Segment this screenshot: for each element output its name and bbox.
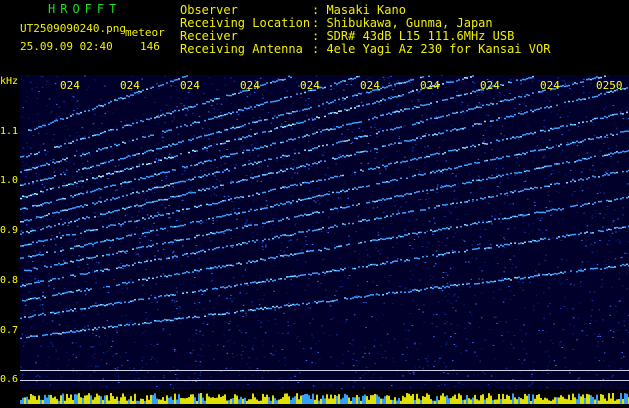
datetime-label: 25.09.09 02:40 — [20, 40, 113, 53]
count-label: 146 — [140, 40, 160, 53]
x-tick-1: 024 — [120, 80, 140, 92]
signal-strength-bar — [20, 389, 629, 400]
app-title: HROFFT — [48, 3, 121, 16]
y-tick-1.1: 1.1 — [0, 126, 20, 137]
x-tick-0: 024 — [60, 80, 80, 92]
signal-strength-canvas — [20, 393, 629, 404]
y-tick-0.6: 0.6 — [0, 374, 20, 385]
antenna-label: Receiving Antenna — [180, 43, 303, 56]
x-tick-9: 0250 — [596, 80, 623, 92]
reference-line-upper — [20, 370, 629, 371]
x-tick-2: 024 — [180, 80, 200, 92]
y-axis-unit: kHz — [0, 76, 20, 87]
spectrogram-canvas — [20, 75, 629, 389]
y-tick-1.0: 1.0 — [0, 175, 20, 186]
header-panel: HROFFT UT2509090240.png meteor 25.09.09 … — [0, 0, 629, 75]
y-tick-0.7: 0.7 — [0, 325, 20, 336]
x-tick-5: 024 — [360, 80, 380, 92]
filename-label: UT2509090240.png — [20, 22, 126, 35]
x-tick-3: 024 — [240, 80, 260, 92]
spectrogram — [20, 75, 629, 389]
x-tick-6: 024 — [420, 80, 440, 92]
x-tick-4: 024 — [300, 80, 320, 92]
y-tick-0.8: 0.8 — [0, 275, 20, 286]
y-tick-0.9: 0.9 — [0, 225, 20, 236]
mode-label: meteor — [125, 26, 165, 39]
antenna-value: : 4ele Yagi Az 230 for Kansai VOR — [312, 43, 550, 56]
x-tick-7: 024 — [480, 80, 500, 92]
reference-line-lower — [20, 380, 629, 381]
x-tick-8: 024 — [540, 80, 560, 92]
